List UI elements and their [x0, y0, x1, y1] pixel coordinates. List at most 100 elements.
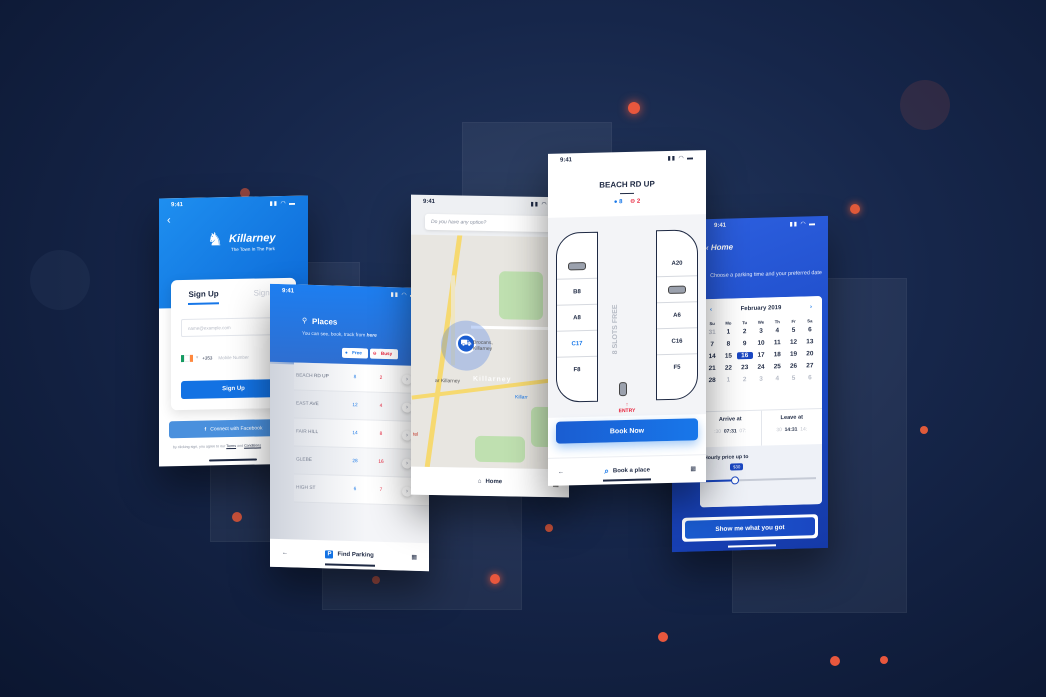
- calendar-day[interactable]: 19: [785, 351, 801, 358]
- nav-find-parking[interactable]: P Find Parking: [325, 550, 374, 559]
- grid-menu-icon[interactable]: ▦: [690, 465, 696, 472]
- calendar-day[interactable]: 4: [769, 327, 785, 334]
- list-item[interactable]: FAIR HILL 14 8 ›: [294, 418, 429, 451]
- calendar-day[interactable]: 13: [802, 338, 818, 345]
- weekday-label: Sa: [807, 318, 813, 324]
- leave-picker[interactable]: Leave at 30 14:31 14:: [762, 409, 823, 446]
- calendar-card: ‹ February 2019 › Su Mo Tu We Th Fr Sa 31 1 2 3 4 5…: [700, 295, 823, 508]
- legend-free: ● Free: [342, 347, 368, 359]
- page-title: BEACH RD UP: [599, 179, 655, 190]
- car-icon: [619, 382, 627, 397]
- parking-slot[interactable]: A8: [557, 304, 597, 332]
- map-label-town: Killarney: [473, 375, 512, 384]
- calendar-day[interactable]: 4: [769, 375, 785, 382]
- calendar-day[interactable]: 14: [704, 353, 720, 360]
- nav-book-place[interactable]: ⌕ Book a place: [604, 465, 650, 476]
- chevron-right-icon[interactable]: ›: [810, 304, 812, 310]
- entry-text: ENTRY: [618, 407, 636, 415]
- arrive-label: Arrive at: [718, 416, 742, 423]
- back-label: Home: [710, 242, 734, 253]
- calendar-day[interactable]: 27: [802, 362, 818, 369]
- calendar-day[interactable]: 1: [720, 376, 736, 384]
- back-link[interactable]: ‹ Home: [706, 242, 733, 252]
- calendar-day[interactable]: 10: [753, 339, 769, 347]
- grid-menu-icon[interactable]: ▦: [411, 553, 417, 560]
- availability-counts: ● 8 ⊖ 2: [548, 196, 706, 207]
- show-results-button[interactable]: Show me what you got: [685, 517, 815, 539]
- calendar-day[interactable]: 11: [769, 339, 785, 346]
- parking-slot[interactable]: B8: [557, 278, 597, 306]
- conditions-link[interactable]: Conditions: [244, 443, 261, 447]
- arrive-picker[interactable]: Arrive at :30 07:31 07:: [700, 410, 762, 448]
- calendar-day[interactable]: 2: [737, 376, 753, 383]
- calendar-day[interactable]: 16: [736, 351, 753, 360]
- calendar-day[interactable]: 28: [704, 377, 720, 384]
- parking-slot[interactable]: A6: [657, 302, 697, 330]
- list-item[interactable]: EAST AVE 12 4 ›: [294, 390, 429, 423]
- calendar-day[interactable]: 21: [704, 365, 720, 372]
- terms-link[interactable]: Terms: [226, 444, 236, 448]
- list-item[interactable]: BEACH RD UP 8 2 ›: [294, 362, 429, 395]
- calendar-day[interactable]: 3: [753, 375, 769, 383]
- leave-time-current: 14:31: [784, 426, 798, 434]
- calendar-day[interactable]: 22: [720, 364, 736, 372]
- here-link[interactable]: here: [367, 333, 377, 338]
- calendar-day[interactable]: 2: [737, 328, 753, 335]
- calendar-day[interactable]: 1: [720, 328, 736, 336]
- calendar-day[interactable]: 7: [704, 341, 720, 348]
- chevron-left-icon[interactable]: ‹: [710, 307, 712, 313]
- back-icon[interactable]: ‹: [167, 214, 171, 226]
- time-pickers: Arrive at :30 07:31 07: Leave at 30 14:3…: [700, 407, 823, 448]
- calendar-day[interactable]: 3: [753, 327, 769, 335]
- list-item[interactable]: HIGH ST 6 7 ›: [294, 474, 429, 507]
- calendar-day[interactable]: 5: [785, 327, 801, 334]
- parking-slot[interactable]: F8: [557, 357, 597, 384]
- back-arrow-icon[interactable]: ←: [282, 550, 288, 556]
- back-arrow-icon[interactable]: ←: [558, 469, 564, 475]
- chevron-down-icon[interactable]: ▾: [196, 355, 198, 361]
- calendar-day[interactable]: 9: [737, 340, 753, 347]
- location-pin-icon: ⚲: [302, 317, 308, 325]
- home-icon[interactable]: ⌂: [478, 479, 482, 485]
- leave-times: 30 14:31 14:: [762, 426, 823, 434]
- map-view[interactable]: ⛟ Brocans, Killarney ar Killarney Killar…: [411, 234, 569, 470]
- nav-label[interactable]: Home: [485, 479, 502, 485]
- ireland-flag-icon[interactable]: [181, 354, 193, 362]
- parking-slot[interactable]: [657, 276, 697, 304]
- bokeh-light: [545, 524, 553, 532]
- parking-slot[interactable]: A20: [657, 250, 697, 278]
- calendar-day[interactable]: 5: [785, 375, 801, 382]
- place-name: EAST AVE: [296, 401, 319, 408]
- calendar-day[interactable]: 25: [769, 363, 785, 370]
- calendar-day[interactable]: 20: [802, 350, 818, 357]
- calendar-day[interactable]: 18: [769, 351, 785, 358]
- parking-slot[interactable]: [557, 252, 597, 280]
- calendar-day[interactable]: 15: [720, 352, 736, 360]
- calendar-day[interactable]: 12: [785, 339, 801, 346]
- book-now-button[interactable]: Book Now: [556, 418, 698, 444]
- slider-handle[interactable]: [730, 476, 739, 485]
- country-code: +353: [202, 354, 213, 361]
- free-count-value: 8: [619, 199, 623, 206]
- weekday-label: Tu: [742, 320, 748, 326]
- list-item[interactable]: GLEBE 28 16 ›: [294, 446, 429, 479]
- parking-slot[interactable]: C17: [557, 330, 597, 358]
- parking-slot[interactable]: C16: [657, 328, 697, 356]
- price-slider[interactable]: [700, 476, 816, 485]
- calendar-day[interactable]: 26: [785, 363, 801, 370]
- search-input[interactable]: Do you have any option?: [425, 213, 565, 233]
- calendar-day[interactable]: 17: [753, 351, 769, 359]
- calendar-day[interactable]: 6: [802, 374, 818, 381]
- tab-signup[interactable]: Sign Up: [188, 289, 219, 305]
- terms-text: by clicking sign, you agree to our Terms…: [173, 443, 261, 449]
- calendar-day[interactable]: 6: [802, 326, 818, 333]
- calendar-day[interactable]: 23: [737, 364, 753, 371]
- places-list: BEACH RD UP 8 2 › EAST AVE 12 4 › FAIR H…: [294, 362, 429, 507]
- map-label-poi: Killarr: [515, 394, 528, 401]
- calendar-day[interactable]: 24: [753, 363, 769, 371]
- parking-slot[interactable]: F5: [657, 354, 697, 381]
- calendar-day[interactable]: 8: [720, 340, 736, 348]
- busy-count-value: 2: [636, 198, 641, 205]
- page-title: Places: [312, 316, 338, 327]
- calendar-day[interactable]: 31: [704, 329, 720, 336]
